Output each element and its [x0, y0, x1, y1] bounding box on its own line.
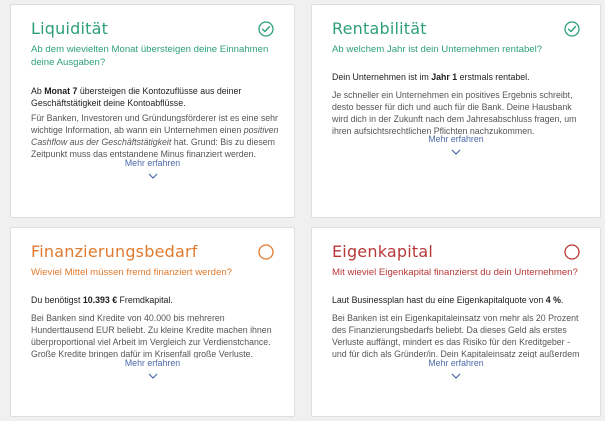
answer-value: 4 %	[545, 295, 561, 305]
answer-value: Jahr 1	[431, 72, 458, 82]
more-link[interactable]: Mehr erfahren	[11, 358, 294, 369]
check-circle-icon	[564, 21, 580, 37]
card-detail-text: Für Banken, Investoren und Gründungsförd…	[31, 113, 279, 159]
card-answer: Ab Monat 7 übersteigen die Kontozuflüsse…	[31, 86, 242, 108]
card-question: Wieviel Mittel müssen fremd finanziert w…	[31, 267, 233, 278]
card-finanzierungsbedarf: Finanzierungsbedarf Wieviel Mittel müsse…	[10, 227, 295, 417]
chevron-down-icon[interactable]	[451, 373, 461, 379]
card-title: Rentabilität	[332, 19, 427, 38]
check-circle-icon	[258, 21, 274, 37]
card-liquiditaet: Liquidität Ab dem wievielten Monat übers…	[10, 4, 295, 218]
card-question: Ab welchem Jahr ist dein Unternehmen ren…	[332, 44, 543, 55]
empty-circle-icon	[564, 244, 580, 260]
card-detail-text: Bei Banken sind Kredite von 40.000 bis m…	[31, 313, 272, 359]
card-question: Mit wieviel Eigenkapital finanzierst du …	[332, 267, 578, 278]
answer-value: 10.393 €	[82, 295, 118, 305]
more-link[interactable]: Mehr erfahren	[312, 134, 600, 145]
card-answer: Dein Unternehmen ist im Jahr 1 erstmals …	[332, 72, 530, 82]
card-rentabilitaet: Rentabilität Ab welchem Jahr ist dein Un…	[311, 4, 601, 218]
card-title: Finanzierungsbedarf	[31, 242, 198, 261]
answer-value: Monat 7	[44, 86, 78, 96]
more-link[interactable]: Mehr erfahren	[11, 158, 294, 169]
card-detail-text: Je schneller ein Unternehmen ein positiv…	[332, 90, 577, 136]
card-title: Liquidität	[31, 19, 109, 38]
more-link[interactable]: Mehr erfahren	[312, 358, 600, 369]
empty-circle-icon	[258, 244, 274, 260]
card-title: Eigenkapital	[332, 242, 434, 261]
card-eigenkapital: Eigenkapital Mit wieviel Eigenkapital fi…	[311, 227, 601, 417]
chevron-down-icon[interactable]	[451, 149, 461, 155]
card-detail-text: Bei Banken ist ein Eigenkapitaleinsatz v…	[332, 313, 580, 359]
card-question: Ab dem wievielten Monat übersteigen dein…	[31, 44, 269, 68]
chevron-down-icon[interactable]	[148, 373, 158, 379]
card-answer: Laut Businessplan hast du eine Eigenkapi…	[332, 295, 564, 305]
card-answer: Du benötigst 10.393 € Fremdkapital.	[31, 295, 173, 305]
chevron-down-icon[interactable]	[148, 173, 158, 179]
